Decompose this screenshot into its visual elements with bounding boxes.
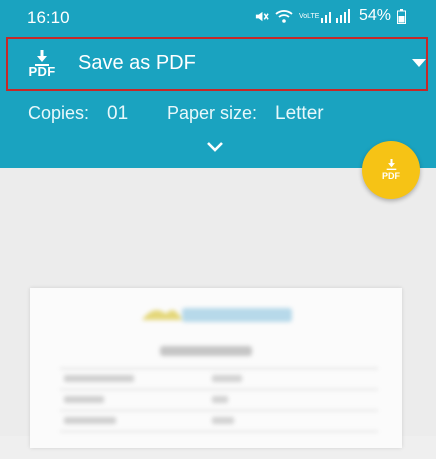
printer-name: Save as PDF bbox=[78, 52, 196, 74]
battery-percent: 54% bbox=[358, 7, 391, 24]
document-title bbox=[160, 346, 252, 356]
paper-size-value: Letter bbox=[275, 103, 324, 124]
copies-label: Copies: bbox=[28, 103, 90, 123]
table-row bbox=[60, 411, 378, 432]
download-pdf-button[interactable]: PDF bbox=[362, 141, 420, 199]
expand-chevron-icon[interactable] bbox=[206, 141, 224, 153]
print-preview-area bbox=[0, 168, 436, 448]
battery-icon bbox=[397, 8, 406, 24]
mute-icon bbox=[255, 11, 269, 21]
table-row bbox=[60, 369, 378, 390]
pdf-download-icon: PDF bbox=[24, 50, 60, 84]
download-arrow-icon bbox=[386, 159, 396, 170]
status-icons: VoLTE 54% bbox=[254, 7, 406, 25]
volte-badge: VoLTE bbox=[298, 12, 320, 20]
paper-size-label: Paper size: bbox=[167, 103, 258, 123]
table-row bbox=[60, 390, 378, 411]
document-table bbox=[60, 368, 378, 459]
page-preview[interactable] bbox=[30, 288, 402, 448]
status-time: 16:10 bbox=[27, 8, 70, 27]
status-bar: 16:10 VoLTE 54% bbox=[0, 0, 436, 34]
wifi-icon bbox=[275, 10, 293, 23]
document-logo bbox=[142, 308, 292, 322]
fab-label: PDF bbox=[382, 171, 400, 181]
copies-value: 01 bbox=[107, 103, 129, 124]
printer-selector[interactable]: PDF Save as PDF bbox=[6, 37, 428, 91]
pdf-icon-label: PDF bbox=[28, 64, 56, 79]
dropdown-caret-icon[interactable] bbox=[412, 59, 426, 67]
signal-icon bbox=[320, 9, 350, 23]
print-options-summary: Copies: 01 Paper size: Letter bbox=[28, 103, 436, 127]
